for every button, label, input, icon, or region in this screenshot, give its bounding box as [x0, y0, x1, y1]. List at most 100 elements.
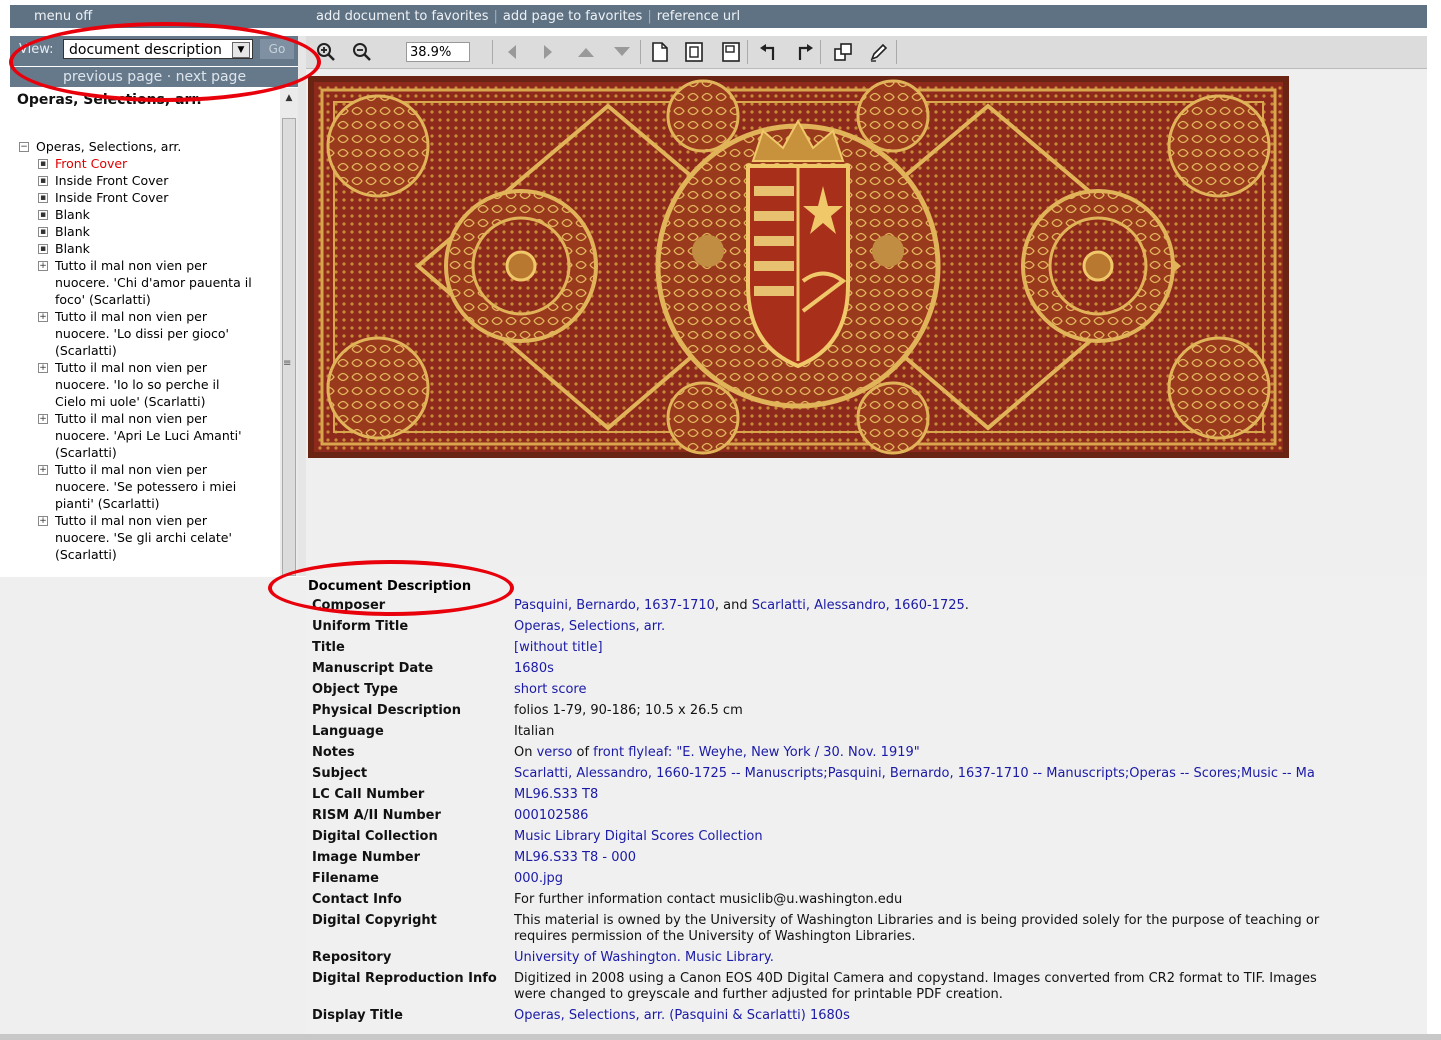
toolbar-divider: [640, 40, 641, 64]
previous-page-icon[interactable]: [500, 40, 524, 64]
scroll-up-icon[interactable]: ▲: [280, 90, 298, 106]
expand-icon[interactable]: +: [38, 465, 48, 475]
tree-item-label: Tutto il mal non vien per: [55, 462, 207, 477]
field-value: For further information contact musiclib…: [514, 892, 1426, 908]
toolbar-divider: [492, 40, 493, 64]
tree-item[interactable]: ▪ Blank: [17, 240, 277, 257]
field-value-link[interactable]: Operas, Selections, arr. (Pasquini & Sca…: [514, 1008, 850, 1023]
tree-item-label: Inside Front Cover: [55, 173, 169, 188]
expand-icon[interactable]: +: [38, 414, 48, 424]
field-value: This material is owned by the University…: [514, 913, 1426, 929]
field-value-link[interactable]: short score: [514, 682, 586, 697]
rotate-left-icon[interactable]: [757, 40, 781, 64]
tree-item[interactable]: ▪ Front Cover: [17, 155, 277, 172]
expand-icon[interactable]: +: [38, 516, 48, 526]
last-page-icon[interactable]: [610, 40, 634, 64]
page-icon: ▪: [38, 210, 48, 220]
reference-url-link[interactable]: reference url: [657, 9, 740, 24]
tree-item-label: Inside Front Cover: [55, 190, 169, 205]
field-value-link[interactable]: : "E. Weyhe, New York / 30. Nov. 1919": [668, 745, 920, 760]
zoom-level-input[interactable]: 38.9%: [406, 42, 470, 62]
field-value-link[interactable]: 000.jpg: [514, 871, 563, 886]
separator: |: [493, 9, 498, 24]
field-value: ML96.S33 T8 - 000: [514, 850, 1426, 866]
field-value-link[interactable]: Pasquini, Bernardo, 1637-1710: [514, 598, 715, 613]
field-value-link[interactable]: front flyleaf: [593, 745, 668, 760]
new-window-icon[interactable]: [831, 40, 855, 64]
field-value: 000102586: [514, 808, 1426, 824]
field-value-link[interactable]: 1680s: [514, 661, 554, 676]
page-icon: ▪: [38, 176, 48, 186]
tree-item[interactable]: ▪ Blank: [17, 223, 277, 240]
tree-item-label: Blank: [55, 224, 90, 239]
tree-item[interactable]: ▪ Inside Front Cover: [17, 172, 277, 189]
fit-width-icon[interactable]: [719, 40, 743, 64]
field-value: Italian: [514, 724, 1426, 740]
field-value: University of Washington. Music Library.: [514, 950, 1426, 966]
field-value-link[interactable]: ML96.S33 T8 - 000: [514, 850, 636, 865]
tree-item[interactable]: + Tutto il mal non vien per nuocere. 'Io l…: [17, 359, 277, 410]
field-value: Pasquini, Bernardo, 1637-1710, and Scarl…: [514, 598, 1426, 614]
single-page-icon[interactable]: [648, 40, 672, 64]
expand-icon[interactable]: +: [38, 261, 48, 271]
tree-item[interactable]: + Tutto il mal non vien per nuocere. 'Apri…: [17, 410, 277, 461]
tree-item[interactable]: ▪ Blank: [17, 206, 277, 223]
field-value: On verso of front flyleaf: "E. Weyhe, Ne…: [514, 745, 1426, 761]
panel-divider[interactable]: [298, 36, 306, 576]
field-value-link[interactable]: University of Washington. Music Library.: [514, 950, 774, 965]
tree-item-label: nuocere. 'Chi d'amor pauenta il: [55, 275, 252, 290]
tree-item[interactable]: + Tutto il mal non vien per nuocere. 'Se p…: [17, 461, 277, 512]
tree-item[interactable]: + Tutto il mal non vien per nuocere. 'Lo d…: [17, 308, 277, 359]
tree-item-label: Tutto il mal non vien per: [55, 513, 207, 528]
add-document-favorites-link[interactable]: add document to favorites: [316, 9, 489, 24]
field-value: Scarlatti, Alessandro, 1660-1725 -- Manu…: [514, 766, 1426, 782]
field-value-link[interactable]: verso: [537, 745, 573, 760]
rotate-right-icon[interactable]: [792, 40, 816, 64]
annotation-oval-description: [268, 560, 514, 616]
tree-item[interactable]: ▪ Inside Front Cover: [17, 189, 277, 206]
tree-item[interactable]: + Tutto il mal non vien per nuocere. 'Se g…: [17, 512, 277, 563]
tree-item[interactable]: + Tutto il mal non vien per nuocere. 'Chi …: [17, 257, 277, 308]
field-label: Subject: [312, 766, 368, 781]
window-bottom-edge: [0, 1034, 1441, 1040]
field-value-link[interactable]: ML96.S33 T8: [514, 787, 598, 802]
tree-scrollbar[interactable]: ▲ ≡: [280, 88, 298, 576]
expand-icon[interactable]: +: [38, 312, 48, 322]
field-value-link[interactable]: 000102586: [514, 808, 588, 823]
toolbar-divider: [820, 40, 821, 64]
field-value-link[interactable]: Scarlatti, Alessandro, 1660-1725 -- Manu…: [514, 766, 1315, 781]
tree-item-label: nuocere. 'Lo dissi per gioco': [55, 326, 229, 341]
field-value: short score: [514, 682, 1426, 698]
field-value: ML96.S33 T8: [514, 787, 1426, 803]
field-value-link[interactable]: [without title]: [514, 640, 603, 655]
expand-icon[interactable]: +: [38, 363, 48, 373]
toolbar-divider: [896, 40, 897, 64]
field-value-link[interactable]: Music Library Digital Scores Collection: [514, 829, 763, 844]
annotate-pen-icon[interactable]: [867, 40, 891, 64]
first-page-icon[interactable]: [574, 40, 598, 64]
field-value: Digitized in 2008 using a Canon EOS 40D …: [514, 971, 1426, 987]
menu-off-link[interactable]: menu off: [34, 9, 92, 24]
annotation-oval-view: [9, 22, 321, 102]
scroll-grip-icon: ≡: [283, 358, 292, 369]
field-label: Notes: [312, 745, 355, 760]
tree-item-label: Front Cover: [55, 156, 128, 171]
field-label: Contact Info: [312, 892, 402, 907]
scrollbar-thumb[interactable]: [282, 118, 296, 576]
field-label: RISM A/II Number: [312, 808, 441, 823]
fit-page-icon[interactable]: [682, 40, 706, 64]
field-value-link[interactable]: Operas, Selections, arr.: [514, 619, 665, 634]
field-value-text: On: [514, 745, 537, 760]
tree-root[interactable]: − Operas, Selections, arr.: [17, 138, 277, 155]
tree-item-label: (Scarlatti): [55, 445, 117, 460]
collapse-icon[interactable]: −: [19, 142, 29, 152]
separator: |: [647, 9, 652, 24]
field-value-text: .: [964, 598, 969, 613]
field-value-text: This material is owned by the University…: [514, 913, 1320, 928]
field-value-link[interactable]: Scarlatti, Alessandro, 1660-1725: [752, 598, 965, 613]
add-page-favorites-link[interactable]: add page to favorites: [503, 9, 642, 24]
contents-tree: − Operas, Selections, arr. ▪ Front Cover ▪ I…: [17, 138, 277, 563]
tree-item-label: Blank: [55, 241, 90, 256]
next-page-icon[interactable]: [536, 40, 560, 64]
zoom-out-icon[interactable]: [350, 40, 374, 64]
